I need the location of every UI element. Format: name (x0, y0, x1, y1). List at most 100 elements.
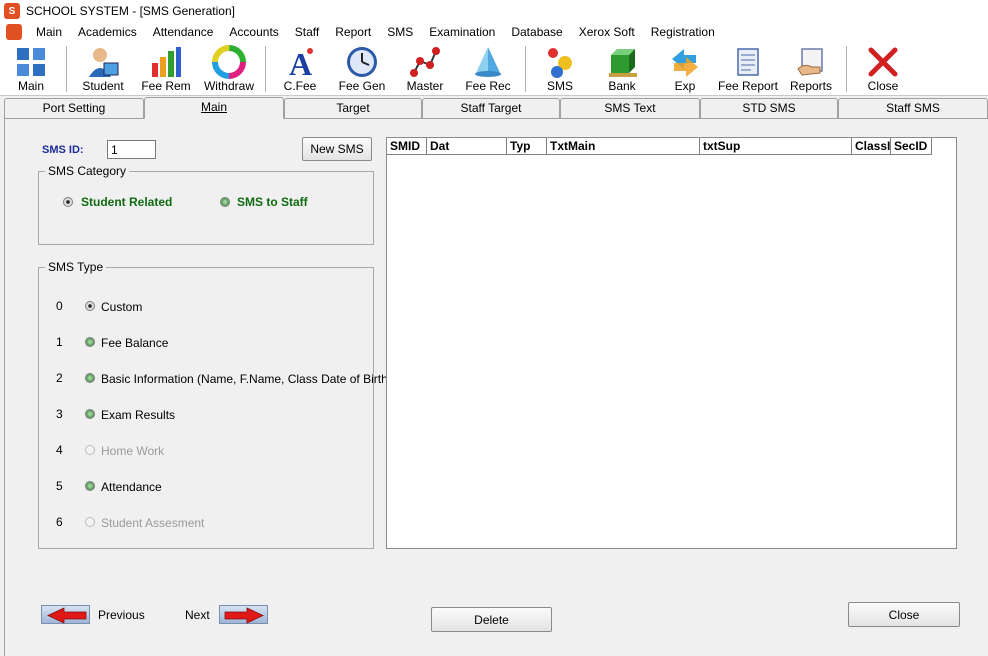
bank-cube-icon (609, 49, 637, 77)
menu-sms[interactable]: SMS (379, 22, 421, 42)
tab-staff-sms[interactable]: Staff SMS (838, 98, 988, 118)
next-label[interactable]: Next (185, 608, 210, 622)
menu-academics[interactable]: Academics (70, 22, 145, 42)
sms-type-basic-info-radio[interactable] (85, 373, 95, 383)
tab-strip: Port Setting Main Target Staff Target SM… (4, 97, 988, 119)
arrow-left-icon (47, 607, 87, 624)
sms-type-number: 0 (56, 299, 63, 313)
category-sms-to-staff-radio[interactable] (220, 197, 230, 207)
reports-hand-icon (797, 48, 823, 76)
toolbar-label: Fee Gen (338, 79, 386, 93)
sms-type-number: 3 (56, 407, 63, 421)
sms-data-grid[interactable]: SMID Dat Typ TxtMain txtSup ClassI SecID (386, 137, 957, 549)
color-wheel-icon (212, 45, 246, 79)
toolbar-label: Student (82, 79, 124, 93)
menu-main[interactable]: Main (28, 22, 70, 42)
grid-column-header[interactable]: TxtMain (547, 138, 700, 155)
menu-registration[interactable]: Registration (643, 22, 723, 42)
sms-type-custom-radio[interactable] (85, 301, 95, 311)
sms-type-student-assesment-label: Student Assesment (101, 516, 205, 530)
close-button[interactable]: Close (848, 602, 960, 627)
sms-type-exam-results-label[interactable]: Exam Results (101, 408, 175, 422)
toolbar-main-button[interactable]: Main (6, 42, 56, 96)
toolbar-label: Main (17, 79, 44, 93)
previous-arrow-button[interactable] (41, 605, 90, 624)
toolbar-close-button[interactable]: Close (858, 42, 908, 96)
toolbar-label: Reports (789, 79, 833, 93)
sms-type-number: 6 (56, 515, 63, 529)
previous-label[interactable]: Previous (98, 608, 145, 622)
sms-type-number: 2 (56, 371, 63, 385)
sms-type-number: 5 (56, 479, 63, 493)
sms-type-attendance-radio[interactable] (85, 481, 95, 491)
grid-column-header[interactable]: txtSup (700, 138, 852, 155)
menu-accounts[interactable]: Accounts (221, 22, 286, 42)
menu-database[interactable]: Database (503, 22, 570, 42)
toolbar-separator (846, 46, 847, 92)
toolbar-fee-gen-button[interactable]: Fee Gen (335, 42, 389, 96)
tab-port-setting[interactable]: Port Setting (4, 98, 144, 118)
grid-column-header[interactable]: ClassI (852, 138, 891, 155)
sms-type-basic-info-label[interactable]: Basic Information (Name, F.Name, Class D… (101, 372, 392, 386)
menu-report[interactable]: Report (327, 22, 379, 42)
new-sms-button[interactable]: New SMS (302, 137, 372, 161)
sms-type-fee-balance-radio[interactable] (85, 337, 95, 347)
toolbar-separator (265, 46, 266, 92)
sms-type-home-work-radio (85, 445, 95, 455)
toolbar-master-button[interactable]: Master (400, 42, 450, 96)
sms-type-attendance-label[interactable]: Attendance (101, 480, 162, 494)
menu-examination[interactable]: Examination (421, 22, 503, 42)
toolbar-label: Close (867, 79, 899, 93)
arrow-right-icon (224, 607, 264, 624)
tab-staff-target[interactable]: Staff Target (422, 98, 560, 118)
tab-main[interactable]: Main (144, 97, 284, 119)
tab-std-sms[interactable]: STD SMS (700, 98, 838, 118)
menu-xerox-soft[interactable]: Xerox Soft (571, 22, 643, 42)
toolbar-label: Exp (674, 79, 696, 93)
grid-column-header[interactable]: SMID (387, 138, 427, 155)
graph-icon (410, 47, 440, 77)
tab-sms-text[interactable]: SMS Text (560, 98, 700, 118)
toolbar-withdraw-button[interactable]: Withdraw (199, 42, 259, 96)
toolbar-separator (525, 46, 526, 92)
close-x-icon (868, 47, 898, 77)
grid-column-header[interactable]: SecID (891, 138, 932, 155)
tab-target[interactable]: Target (284, 98, 422, 118)
toolbar-label: C.Fee (283, 79, 317, 93)
delete-button[interactable]: Delete (431, 607, 552, 632)
exchange-arrows-icon (672, 49, 698, 77)
grid-column-header[interactable]: Typ (507, 138, 547, 155)
sms-category-title: SMS Category (45, 164, 130, 178)
sms-type-custom-label[interactable]: Custom (101, 300, 142, 314)
next-arrow-button[interactable] (219, 605, 268, 624)
menu-staff[interactable]: Staff (287, 22, 327, 42)
grid-column-header[interactable]: Dat (427, 138, 507, 155)
mdi-child-icon[interactable] (6, 24, 22, 40)
title-bar: S SCHOOL SYSTEM - [SMS Generation] (0, 0, 988, 22)
toolbar-sms-button[interactable]: SMS (535, 42, 585, 96)
toolbar-exp-button[interactable]: Exp (660, 42, 710, 96)
toolbar-label: Bank (608, 79, 636, 93)
toolbar: Main Student Fee Rem Withdraw A C.Fee Fe… (0, 42, 988, 96)
sms-type-exam-results-radio[interactable] (85, 409, 95, 419)
toolbar-bank-button[interactable]: Bank (597, 42, 647, 96)
toolbar-student-button[interactable]: Student (76, 42, 130, 96)
toolbar-fee-report-button[interactable]: Fee Report (716, 42, 780, 96)
category-student-related-radio[interactable] (63, 197, 73, 207)
toolbar-fee-rem-button[interactable]: Fee Rem (139, 42, 193, 96)
dots-icon (548, 48, 572, 78)
menu-attendance[interactable]: Attendance (145, 22, 222, 42)
sms-id-input[interactable] (107, 140, 156, 159)
category-sms-to-staff-label[interactable]: SMS to Staff (237, 195, 308, 209)
toolbar-c-fee-button[interactable]: A C.Fee (275, 42, 325, 96)
pyramid-icon (475, 47, 501, 77)
toolbar-label: Fee Report (717, 79, 779, 93)
sms-type-home-work-label: Home Work (101, 444, 165, 458)
toolbar-label: Fee Rec (465, 79, 511, 93)
category-student-related-label[interactable]: Student Related (81, 195, 172, 209)
window-title: SCHOOL SYSTEM - [SMS Generation] (26, 4, 235, 18)
sms-type-fee-balance-label[interactable]: Fee Balance (101, 336, 168, 350)
sms-type-number: 4 (56, 443, 63, 457)
toolbar-reports-button[interactable]: Reports (786, 42, 836, 96)
toolbar-fee-rec-button[interactable]: Fee Rec (461, 42, 515, 96)
